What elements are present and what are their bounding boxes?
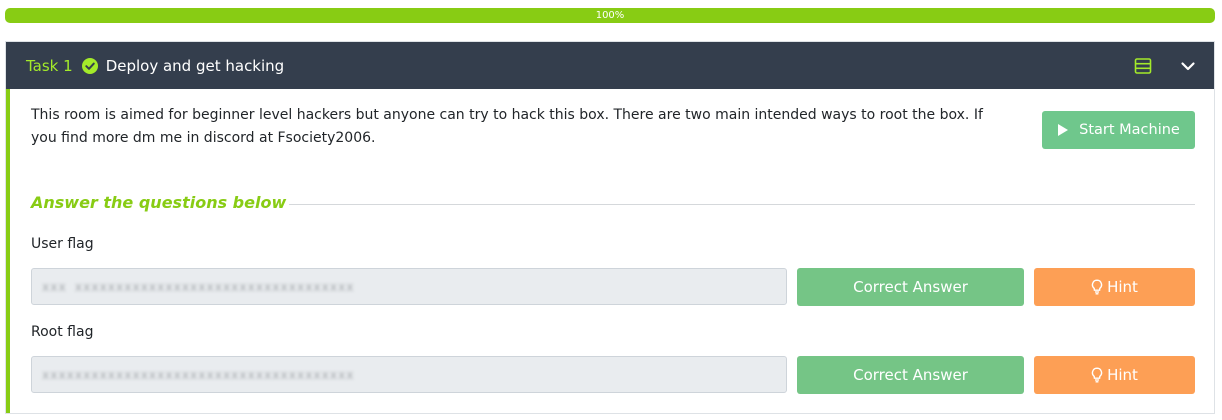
answer-value: xxxxxxxxxxxxxxxxxxxxxxxxxxxxxxxxxxxxxx — [42, 367, 355, 382]
task-title: Deploy and get hacking — [105, 56, 285, 75]
answer-value: xxx xxxxxxxxxxxxxxxxxxxxxxxxxxxxxxxxxx — [42, 279, 355, 294]
user-flag-submit-button[interactable]: Correct Answer — [797, 268, 1024, 306]
root-flag-hint-button[interactable]: Hint — [1034, 356, 1195, 394]
progress-bar: 100% — [5, 8, 1215, 23]
task-number: Task 1 — [26, 56, 73, 75]
progress-fill: 100% — [5, 8, 1215, 23]
lightbulb-icon — [1091, 367, 1103, 383]
question-label-user-flag: User flag — [31, 236, 94, 252]
user-flag-hint-button[interactable]: Hint — [1034, 268, 1195, 306]
lightbulb-icon — [1091, 279, 1103, 295]
hint-label: Hint — [1107, 366, 1138, 384]
task-card: Task 1 Deploy and get hacking This room … — [5, 41, 1215, 414]
start-machine-label: Start Machine — [1079, 122, 1180, 138]
start-machine-button[interactable]: Start Machine — [1042, 111, 1195, 149]
divider — [289, 204, 1195, 205]
task-header[interactable]: Task 1 Deploy and get hacking — [6, 42, 1214, 89]
hint-label: Hint — [1107, 278, 1138, 296]
task-body: This room is aimed for beginner level ha… — [6, 89, 1214, 413]
list-icon[interactable] — [1134, 57, 1152, 75]
chevron-down-icon[interactable] — [1180, 58, 1196, 74]
user-flag-input[interactable]: xxx xxxxxxxxxxxxxxxxxxxxxxxxxxxxxxxxxx — [31, 268, 787, 305]
play-icon — [1057, 123, 1069, 137]
root-flag-submit-button[interactable]: Correct Answer — [797, 356, 1024, 394]
root-flag-input[interactable]: xxxxxxxxxxxxxxxxxxxxxxxxxxxxxxxxxxxxxx — [31, 356, 787, 393]
task-description: This room is aimed for beginner level ha… — [31, 107, 983, 146]
header-actions — [1134, 42, 1196, 89]
answer-heading: Answer the questions below — [31, 193, 287, 212]
question-label-root-flag: Root flag — [31, 324, 94, 340]
check-circle-icon — [81, 57, 98, 74]
